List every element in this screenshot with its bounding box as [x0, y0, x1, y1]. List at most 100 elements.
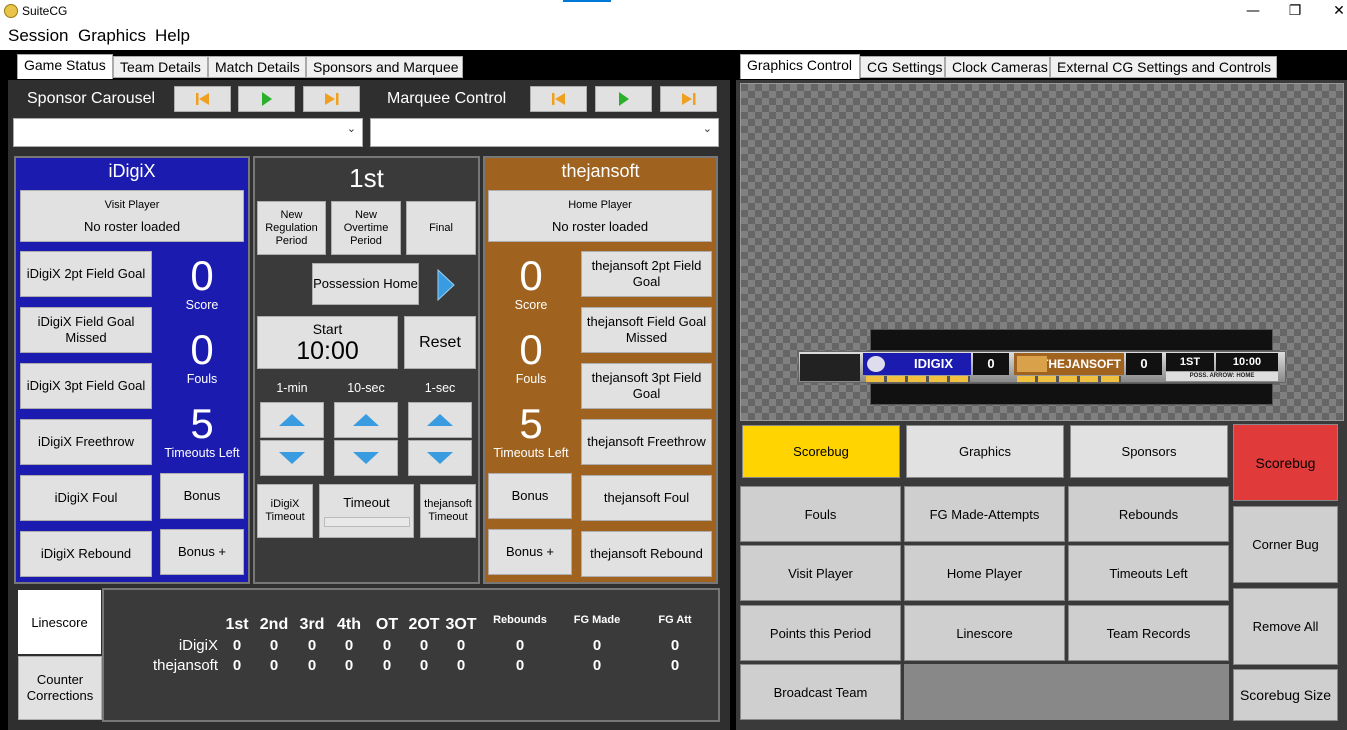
linescore-cell: 0	[515, 657, 525, 674]
home-player-button[interactable]: Home Player No roster loaded	[488, 190, 712, 242]
sponsor-play-button[interactable]	[238, 86, 295, 112]
tab-cg-settings[interactable]: CG Settings	[860, 56, 945, 78]
new-overtime-period-button[interactable]: New Overtime Period	[331, 201, 401, 255]
home-2pt-button[interactable]: thejansoft 2pt Field Goal	[581, 251, 712, 297]
timeouts-left-graphic-button[interactable]: Timeouts Left	[1068, 545, 1229, 601]
points-period-button[interactable]: Points this Period	[740, 605, 901, 661]
tensec-down-button[interactable]	[334, 440, 398, 476]
home-freethrow-button[interactable]: thejansoft Freethrow	[581, 419, 712, 465]
linescore-header: 2OT	[408, 616, 440, 633]
tab-graphics-control[interactable]: Graphics Control	[740, 54, 860, 79]
possession-button[interactable]: Possession Home	[312, 263, 419, 305]
marquee-first-button[interactable]	[530, 86, 587, 112]
home-score-label: Score	[514, 298, 548, 312]
home-fouls-label: Fouls	[515, 372, 547, 386]
tab-match-details[interactable]: Match Details	[208, 56, 306, 78]
linescore-graphic-button[interactable]: Linescore	[904, 605, 1065, 661]
tab-game-status[interactable]: Game Status	[17, 54, 113, 79]
restore-icon[interactable]: ❐	[1272, 0, 1318, 23]
close-icon[interactable]: ✕	[1316, 0, 1347, 23]
start-clock-button[interactable]: Start 10:00	[257, 316, 398, 369]
tab-team-details[interactable]: Team Details	[113, 56, 208, 78]
home-logo-icon	[1017, 356, 1047, 372]
home-foul-button[interactable]: thejansoft Foul	[581, 475, 712, 521]
home-bonus-plus-button[interactable]: Bonus +	[488, 529, 572, 575]
linescore-cell: 0	[515, 637, 525, 654]
sponsor-first-button[interactable]	[174, 86, 231, 112]
menu-graphics[interactable]: Graphics	[78, 26, 146, 46]
remove-all-button[interactable]: Remove All	[1233, 588, 1338, 665]
fouls-graphic-button[interactable]: Fouls	[740, 486, 901, 542]
possession-arrow-icon[interactable]	[434, 268, 458, 302]
away-timeouts-label: Timeouts Left	[164, 446, 240, 460]
graphics-tab[interactable]: Graphics	[906, 425, 1064, 478]
away-bonus-button[interactable]: Bonus	[160, 473, 244, 519]
home-timeout-indicators	[1017, 376, 1121, 382]
scorebug-live-button[interactable]: Scorebug	[1233, 424, 1338, 501]
timeout-button[interactable]: Timeout	[319, 484, 414, 538]
linescore-cell: 0	[670, 657, 680, 674]
linescore-cell: 0	[592, 657, 602, 674]
reset-clock-button[interactable]: Reset	[404, 316, 476, 369]
tab-counter-corrections[interactable]: Counter Corrections	[18, 656, 102, 720]
tab-external-cg[interactable]: External CG Settings and Controls	[1050, 56, 1277, 78]
arrow-up-icon	[279, 414, 305, 426]
sponsors-tab[interactable]: Sponsors	[1070, 425, 1228, 478]
linescore-cell: 0	[456, 637, 466, 654]
home-bonus-button[interactable]: Bonus	[488, 473, 572, 519]
linescore-cell: 0	[419, 657, 429, 674]
away-freethrow-button[interactable]: iDigiX Freethrow	[20, 419, 152, 465]
fg-made-attempts-button[interactable]: FG Made-Attempts	[904, 486, 1065, 542]
menu-session[interactable]: Session	[8, 26, 68, 46]
tensec-up-button[interactable]	[334, 402, 398, 438]
minimize-icon[interactable]: —	[1230, 0, 1276, 23]
empty-grid-area	[904, 664, 1229, 720]
scorebug-tab[interactable]: Scorebug	[742, 425, 900, 478]
away-bonus-plus-button[interactable]: Bonus +	[160, 529, 244, 575]
new-regulation-period-button[interactable]: New Regulation Period	[257, 201, 326, 255]
rebounds-graphic-button[interactable]: Rebounds	[1068, 486, 1229, 542]
linescore-cell: 0	[344, 637, 354, 654]
tab-clock-cameras[interactable]: Clock Cameras	[945, 56, 1050, 78]
marquee-dropdown[interactable]: ⌄	[370, 118, 719, 147]
home-rebound-button[interactable]: thejansoft Rebound	[581, 531, 712, 577]
final-button[interactable]: Final	[406, 201, 476, 255]
away-rebound-button[interactable]: iDigiX Rebound	[20, 531, 152, 577]
chevron-down-icon: ⌄	[346, 123, 356, 135]
marquee-play-button[interactable]	[595, 86, 652, 112]
linescore-cell: 0	[232, 637, 242, 654]
sponsor-dropdown[interactable]: ⌄	[13, 118, 363, 147]
home-fg-missed-button[interactable]: thejansoft Field Goal Missed	[581, 307, 712, 353]
team-records-button[interactable]: Team Records	[1068, 605, 1229, 661]
linescore-header: 1st	[225, 616, 249, 633]
home-timeout-button[interactable]: thejansoft Timeout	[420, 484, 476, 538]
broadcast-team-button[interactable]: Broadcast Team	[740, 664, 901, 720]
marquee-last-button[interactable]	[660, 86, 717, 112]
min-down-button[interactable]	[260, 440, 324, 476]
tab-sponsors-marquee[interactable]: Sponsors and Marquee	[306, 56, 463, 78]
away-timeout-button[interactable]: iDigiX Timeout	[257, 484, 313, 538]
scorebug-size-button[interactable]: Scorebug Size	[1233, 669, 1338, 721]
menu-help[interactable]: Help	[155, 26, 190, 46]
away-2pt-button[interactable]: iDigiX 2pt Field Goal	[20, 251, 152, 297]
home-fouls: 0	[519, 326, 543, 373]
corner-bug-button[interactable]: Corner Bug	[1233, 506, 1338, 583]
visit-player-graphic-button[interactable]: Visit Player	[740, 545, 901, 601]
away-fg-missed-button[interactable]: iDigiX Field Goal Missed	[20, 307, 152, 353]
sec-down-button[interactable]	[408, 440, 472, 476]
scorebug-clock: 10:00	[1216, 353, 1278, 371]
linescore-cell: 0	[419, 637, 429, 654]
home-timeouts: 5	[519, 400, 543, 447]
home-player-graphic-button[interactable]: Home Player	[904, 545, 1065, 601]
min-up-button[interactable]	[260, 402, 324, 438]
linescore-header: 3rd	[299, 616, 325, 633]
sponsor-last-button[interactable]	[303, 86, 360, 112]
tab-linescore[interactable]: Linescore	[18, 590, 101, 654]
visit-player-button[interactable]: Visit Player No roster loaded	[20, 190, 244, 242]
sec-up-button[interactable]	[408, 402, 472, 438]
home-player-value: No roster loaded	[551, 219, 649, 234]
away-foul-button[interactable]: iDigiX Foul	[20, 475, 152, 521]
away-3pt-button[interactable]: iDigiX 3pt Field Goal	[20, 363, 152, 409]
home-3pt-button[interactable]: thejansoft 3pt Field Goal	[581, 363, 712, 409]
linescore-header: 4th	[337, 616, 361, 633]
